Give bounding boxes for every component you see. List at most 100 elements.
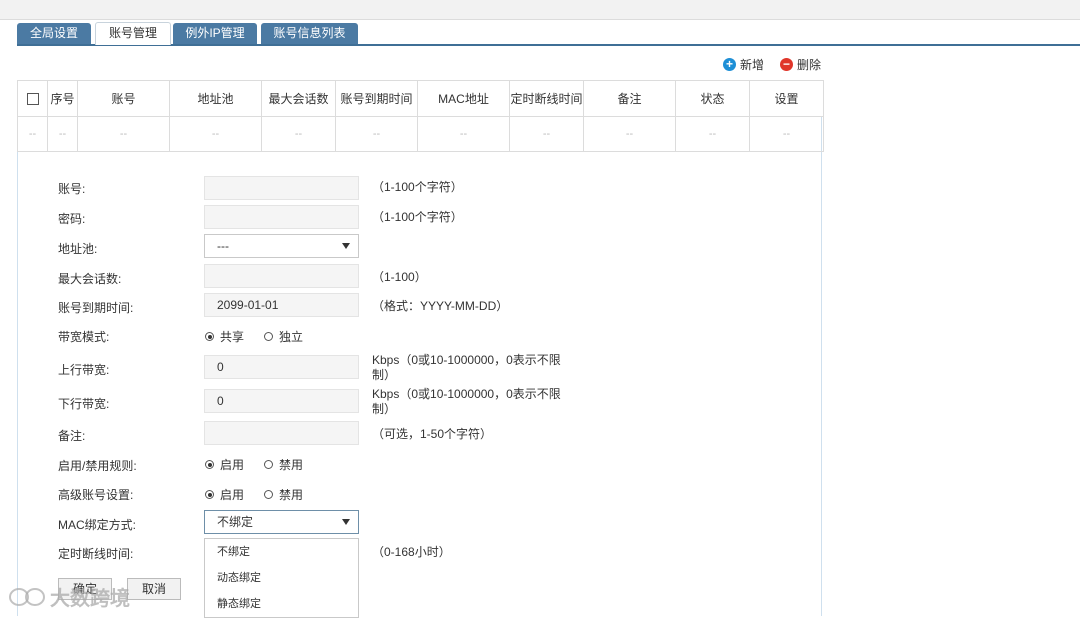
col-header: 状态 (675, 80, 750, 117)
col-header: MAC地址 (417, 80, 510, 117)
up-bw-input[interactable]: 0 (204, 355, 359, 379)
radio-label: 独立 (279, 330, 304, 344)
radio-unchecked-icon (264, 332, 273, 341)
table-cell: -- (675, 116, 750, 152)
tab-bar: 全局设置 账号管理 例外IP管理 账号信息列表 (17, 22, 1080, 46)
radio-label: 启用 (220, 458, 245, 472)
col-header: 序号 (47, 80, 78, 117)
up-bw-hint: Kbps（0或10-1000000，0表示不限 制） (372, 353, 561, 383)
caret-down-icon (342, 519, 350, 525)
password-input[interactable] (204, 205, 359, 229)
bw-mode-independent-radio[interactable]: 独立 (264, 328, 303, 345)
account-hint: （1-100个字符） (372, 180, 463, 194)
radio-checked-icon (205, 460, 214, 469)
down-bw-hint: Kbps（0或10-1000000，0表示不限 制） (372, 387, 561, 417)
table-cell: -- (335, 116, 418, 152)
checkbox-icon[interactable] (26, 93, 39, 106)
delete-label: 删除 (797, 58, 822, 72)
radio-checked-icon (205, 490, 214, 499)
remark-hint: （可选，1-50个字符） (372, 427, 493, 441)
col-header: 地址池 (169, 80, 262, 117)
down-bw-input[interactable]: 0 (204, 389, 359, 413)
remark-label: 备注: (58, 429, 86, 443)
radio-label: 禁用 (279, 458, 304, 472)
dropdown-option[interactable]: 静态绑定 (205, 591, 358, 617)
col-header: 设置 (749, 80, 824, 117)
mac-bind-value: 不绑定 (217, 515, 254, 529)
select-all-checkbox[interactable] (17, 80, 48, 117)
up-bw-hint-line1: Kbps（0或10-1000000，0表示不限 (372, 353, 561, 367)
radio-unchecked-icon (264, 460, 273, 469)
account-table: 序号 账号 地址池 最大会话数 账号到期时间 MAC地址 定时断线时间 备注 状… (17, 80, 824, 152)
account-input[interactable] (204, 176, 359, 200)
table-cell: -- (509, 116, 584, 152)
cancel-button[interactable]: 取消 (127, 578, 181, 600)
radio-unchecked-icon (264, 490, 273, 499)
watermark-text: 大数跨境 (50, 588, 130, 610)
tab-account-management[interactable]: 账号管理 (95, 22, 171, 45)
caret-down-icon (342, 243, 350, 249)
pool-value: --- (217, 239, 229, 253)
pool-label: 地址池: (58, 242, 98, 256)
dropdown-option[interactable]: 不绑定 (205, 539, 358, 565)
pool-select[interactable]: --- (204, 234, 359, 258)
watermark-logo-icon (9, 587, 45, 606)
mac-bind-dropdown: 不绑定 动态绑定 静态绑定 (204, 538, 359, 618)
rule-enable-radio[interactable]: 启用 (205, 456, 244, 473)
timeout-hint: （0-168小时） (372, 545, 451, 559)
down-bw-hint-line1: Kbps（0或10-1000000，0表示不限 (372, 387, 561, 401)
down-bw-hint-line2: 制） (372, 402, 397, 416)
watermark: 大数跨境 (8, 582, 130, 611)
col-header: 账号到期时间 (335, 80, 418, 117)
expire-hint: （格式：YYYY-MM-DD） (372, 299, 509, 313)
add-button[interactable]: + 新增 (723, 56, 764, 73)
dropdown-option[interactable]: 动态绑定 (205, 565, 358, 591)
table-cell: -- (77, 116, 170, 152)
table-cell: -- (583, 116, 676, 152)
radio-label: 共享 (220, 330, 245, 344)
col-header: 定时断线时间 (509, 80, 584, 117)
rule-disable-radio[interactable]: 禁用 (264, 456, 303, 473)
expire-input[interactable]: 2099-01-01 (204, 293, 359, 317)
radio-checked-icon (205, 332, 214, 341)
password-label: 密码: (58, 212, 86, 226)
table-cell: -- (749, 116, 824, 152)
remark-input[interactable] (204, 421, 359, 445)
mac-bind-select[interactable]: 不绑定 (204, 510, 359, 534)
radio-label: 启用 (220, 488, 245, 502)
table-cell: -- (169, 116, 262, 152)
expire-label: 账号到期时间: (58, 301, 134, 315)
delete-button[interactable]: − 删除 (780, 56, 821, 73)
table-header-row: 序号 账号 地址池 最大会话数 账号到期时间 MAC地址 定时断线时间 备注 状… (17, 80, 824, 117)
up-bw-hint-line2: 制） (372, 368, 397, 382)
password-hint: （1-100个字符） (372, 210, 463, 224)
rule-label: 启用/禁用规则: (58, 459, 137, 473)
minus-icon: − (780, 58, 793, 71)
down-bw-label: 下行带宽: (58, 397, 110, 411)
tab-account-info-list[interactable]: 账号信息列表 (261, 23, 358, 44)
max-sessions-label: 最大会话数: (58, 272, 122, 286)
radio-label: 禁用 (279, 488, 304, 502)
tab-exception-ip[interactable]: 例外IP管理 (173, 23, 257, 44)
max-sessions-hint: （1-100） (372, 270, 427, 284)
table-cell: -- (261, 116, 336, 152)
account-label: 账号: (58, 182, 86, 196)
col-header: 备注 (583, 80, 676, 117)
table-cell: -- (17, 116, 48, 152)
mac-bind-label: MAC绑定方式: (58, 518, 137, 532)
table-cell: -- (417, 116, 510, 152)
advanced-disable-radio[interactable]: 禁用 (264, 486, 303, 503)
bw-mode-shared-radio[interactable]: 共享 (205, 328, 244, 345)
top-bar (0, 0, 1080, 20)
timeout-label: 定时断线时间: (58, 547, 134, 561)
col-header: 账号 (77, 80, 170, 117)
tab-global-settings[interactable]: 全局设置 (17, 23, 91, 44)
max-sessions-input[interactable] (204, 264, 359, 288)
advanced-enable-radio[interactable]: 启用 (205, 486, 244, 503)
table-row: -- -- -- -- -- -- -- -- -- -- -- (17, 116, 824, 152)
plus-icon: + (723, 58, 736, 71)
content-frame (17, 80, 822, 616)
advanced-label: 高级账号设置: (58, 488, 134, 502)
add-label: 新增 (740, 58, 765, 72)
table-cell: -- (47, 116, 78, 152)
